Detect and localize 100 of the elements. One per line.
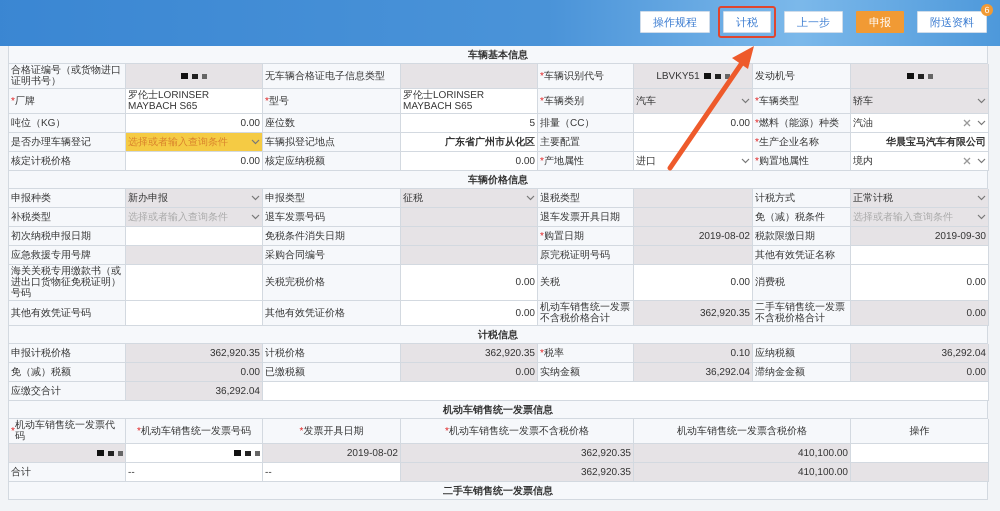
value-field[interactable] — [401, 246, 538, 265]
field-label: *车辆类别 — [538, 89, 634, 114]
value-field[interactable]: 0.00 — [851, 265, 989, 301]
value-field[interactable] — [634, 133, 753, 152]
value-field[interactable]: 2019-09-30 — [851, 227, 989, 246]
value-field[interactable] — [851, 463, 989, 482]
field-label: 是否办理车辆登记 — [9, 133, 126, 152]
value-field[interactable] — [126, 227, 263, 246]
value-field[interactable] — [126, 444, 263, 463]
chevron-down-icon[interactable] — [977, 158, 986, 164]
chevron-down-icon[interactable] — [251, 195, 260, 201]
field-label: 消费税 — [753, 265, 851, 301]
field-label: 其他有效凭证号码 — [9, 301, 126, 326]
value-field[interactable]: 362,920.35 — [401, 444, 634, 463]
value-field[interactable]: 广东省广州市从化区 — [401, 133, 538, 152]
chevron-down-icon[interactable] — [977, 120, 986, 126]
value-field[interactable] — [634, 189, 753, 208]
field-label: 免税条件消失日期 — [263, 227, 401, 246]
value-field[interactable]: 0.10 — [634, 344, 753, 363]
chevron-down-icon[interactable] — [977, 214, 986, 220]
section-title: 车辆价格信息 — [9, 171, 987, 189]
value-field[interactable]: -- — [263, 463, 401, 482]
value-field[interactable] — [851, 64, 989, 89]
column-header: 操作 — [851, 419, 989, 444]
value-field[interactable]: 2019-08-02 — [634, 227, 753, 246]
field-label: 应急救援专用号牌 — [9, 246, 126, 265]
field-label: 关税 — [538, 265, 634, 301]
value-field[interactable]: 0.00 — [401, 152, 538, 171]
value-field[interactable]: 410,100.00 — [634, 444, 851, 463]
field-label: 合格证编号（或货物进口证明书号） — [9, 64, 126, 89]
value-field[interactable]: 0.00 — [401, 265, 538, 301]
select-field[interactable]: 新办申报 — [126, 189, 263, 208]
value-field[interactable]: 0.00 — [126, 363, 263, 382]
select-field[interactable]: 轿车 — [851, 89, 989, 114]
value-field[interactable]: 罗伦士LORINSER MAYBACH S65 — [401, 89, 538, 114]
toolbar-button[interactable]: 操作规程 — [640, 11, 710, 33]
chevron-down-icon[interactable] — [977, 98, 986, 104]
value-field[interactable] — [9, 444, 126, 463]
value-field[interactable]: 0.00 — [401, 363, 538, 382]
field-label: 无车辆合格证电子信息类型 — [263, 64, 401, 89]
field-label: 实纳金额 — [538, 363, 634, 382]
select-field[interactable]: 汽车 — [634, 89, 753, 114]
value-field[interactable]: LBVKY51 — [634, 64, 753, 89]
chevron-down-icon[interactable] — [741, 98, 750, 104]
value-field[interactable]: 0.00 — [634, 265, 753, 301]
value-field[interactable]: 0.00 — [851, 301, 989, 326]
value-field[interactable]: 36,292.04 — [126, 382, 263, 401]
select-field[interactable]: 境内 — [851, 152, 989, 171]
toolbar-button[interactable]: 附送资料 — [917, 11, 987, 33]
value-field[interactable]: 华晨宝马汽车有限公司 — [851, 133, 989, 152]
value-field[interactable]: 362,920.35 — [401, 463, 634, 482]
value-field[interactable] — [126, 301, 263, 326]
chevron-down-icon[interactable] — [251, 214, 260, 220]
value-field[interactable]: 0.00 — [634, 114, 753, 133]
value-field[interactable]: 0.00 — [126, 152, 263, 171]
value-field[interactable]: 0.00 — [126, 114, 263, 133]
value-field[interactable]: 362,920.35 — [126, 344, 263, 363]
value-field[interactable]: 410,100.00 — [634, 463, 851, 482]
value-field[interactable]: 0.00 — [851, 363, 989, 382]
chevron-down-icon[interactable] — [526, 195, 535, 201]
value-field[interactable]: 36,292.04 — [851, 344, 989, 363]
value-field[interactable] — [126, 265, 263, 301]
value-field[interactable] — [634, 246, 753, 265]
value-field[interactable] — [401, 227, 538, 246]
select-field[interactable]: 进口 — [634, 152, 753, 171]
value-field[interactable] — [634, 208, 753, 227]
section-title: 机动车销售统一发票信息 — [9, 401, 987, 419]
field-label: 核定计税价格 — [9, 152, 126, 171]
field-label: 座位数 — [263, 114, 401, 133]
select-field[interactable]: 征税 — [401, 189, 538, 208]
field-label: 申报类型 — [263, 189, 401, 208]
chevron-down-icon[interactable] — [741, 158, 750, 164]
value-field[interactable]: 362,920.35 — [634, 301, 753, 326]
value-field[interactable]: 5 — [401, 114, 538, 133]
field-label: 应纳税额 — [753, 344, 851, 363]
value-field[interactable]: 36,292.04 — [634, 363, 753, 382]
field-label: 机动车销售统一发票不含税价格合计 — [538, 301, 634, 326]
clear-icon[interactable] — [963, 119, 971, 127]
value-field[interactable] — [851, 246, 989, 265]
value-field[interactable]: 362,920.35 — [401, 344, 538, 363]
value-field[interactable] — [401, 64, 538, 89]
value-field[interactable]: -- — [126, 463, 263, 482]
select-field[interactable]: 汽油 — [851, 114, 989, 133]
chevron-down-icon[interactable] — [977, 195, 986, 201]
value-field[interactable] — [851, 444, 989, 463]
toolbar-button[interactable]: 上一步 — [784, 11, 843, 33]
section-title: 二手车销售统一发票信息 — [9, 482, 987, 500]
value-field[interactable] — [126, 64, 263, 89]
value-field[interactable] — [126, 246, 263, 265]
chevron-down-icon[interactable] — [251, 139, 260, 145]
value-field[interactable]: 罗伦士LORINSER MAYBACH S65 — [126, 89, 263, 114]
clear-icon[interactable] — [963, 157, 971, 165]
field-label: 其他有效凭证价格 — [263, 301, 401, 326]
toolbar-button[interactable]: 计税 — [723, 11, 771, 33]
value-field[interactable]: 2019-08-02 — [263, 444, 401, 463]
field-label: 计税价格 — [263, 344, 401, 363]
select-field[interactable]: 正常计税 — [851, 189, 989, 208]
value-field[interactable] — [401, 208, 538, 227]
value-field[interactable]: 0.00 — [401, 301, 538, 326]
field-label: 主要配置 — [538, 133, 634, 152]
